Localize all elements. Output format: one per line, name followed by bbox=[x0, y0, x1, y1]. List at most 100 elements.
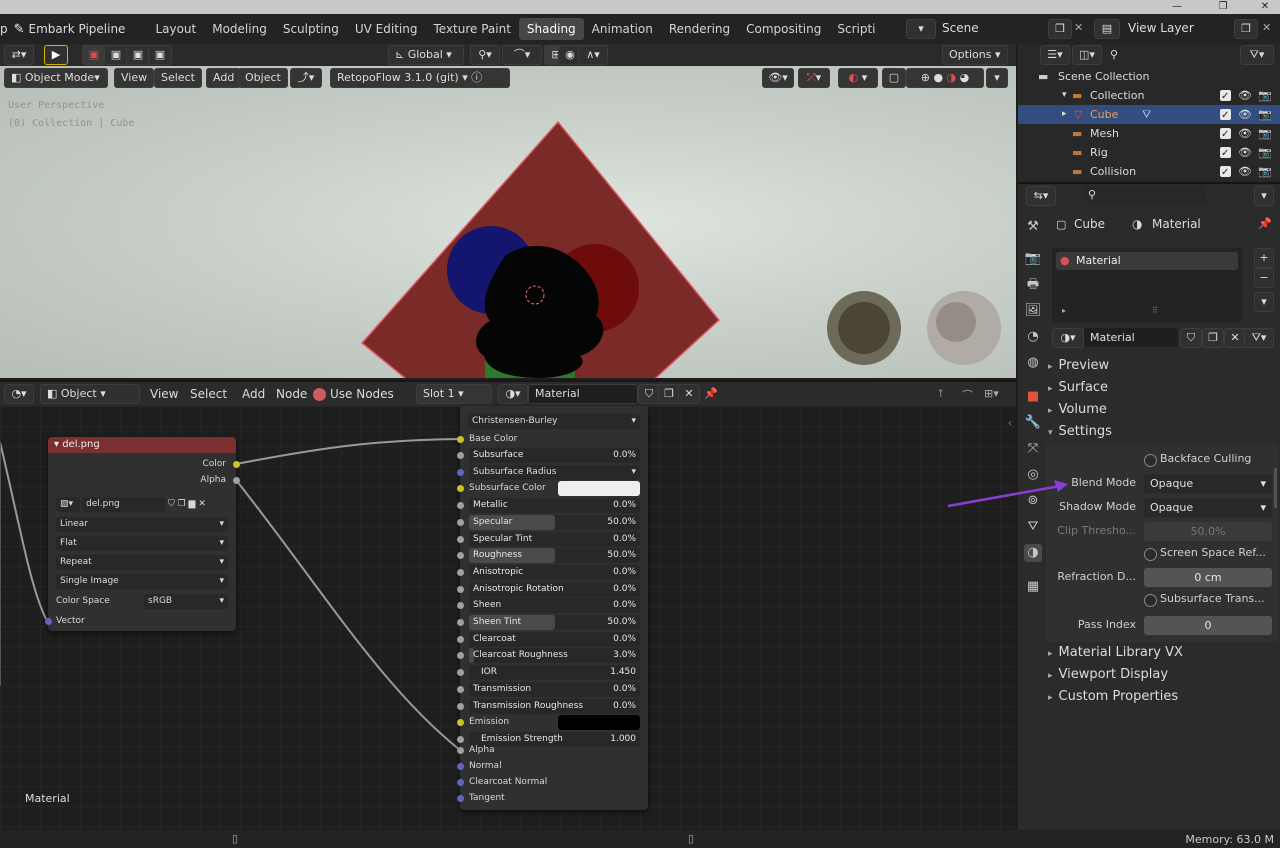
bsdf-input-socket[interactable] bbox=[457, 568, 464, 576]
properties-editor-type-icon[interactable]: ⇆▾ bbox=[1026, 186, 1056, 206]
panel-settings[interactable]: ▾ Settings bbox=[1048, 422, 1112, 442]
bsdf-value-field[interactable]: Clearcoat 0.0% bbox=[469, 631, 640, 647]
image-name-field[interactable]: del.png bbox=[82, 497, 166, 512]
bsdf-dropdown-field[interactable]: Subsurface Radius ▾ bbox=[469, 464, 640, 480]
remove-slot-icon[interactable]: − bbox=[1254, 268, 1274, 288]
add-slot-icon[interactable]: + bbox=[1254, 248, 1274, 268]
workspace-tab-texture-paint[interactable]: Texture Paint bbox=[425, 18, 518, 40]
output-tab-icon[interactable]: 🖶 bbox=[1024, 276, 1042, 294]
select-mode-new-icon[interactable]: ▣ bbox=[82, 45, 106, 65]
view-layer-tab-icon[interactable]: 🖼 bbox=[1024, 302, 1042, 320]
duplicate-material-icon[interactable]: ❐ bbox=[658, 384, 680, 404]
view-layer-icon[interactable]: ▤ bbox=[1094, 19, 1120, 39]
bsdf-value-field[interactable]: Sheen 0.0% bbox=[469, 598, 640, 614]
subsurface-method-dropdown[interactable]: Christensen-Burley ▾ bbox=[468, 414, 640, 429]
principled-bsdf-node[interactable]: Christensen-Burley ▾ Base Color Subsurfac… bbox=[457, 406, 648, 810]
snap-icon[interactable]: ⌒▾ bbox=[502, 45, 542, 65]
subsurface-translucency-checkbox[interactable] bbox=[1144, 594, 1157, 607]
exclude-checkbox[interactable] bbox=[1220, 163, 1231, 182]
render-camera-icon[interactable]: 📷 bbox=[1258, 124, 1272, 143]
slot-specials-icon[interactable]: ▾ bbox=[1254, 292, 1274, 312]
outliner-filter-icon[interactable]: ⛛▾ bbox=[1240, 45, 1274, 65]
bsdf-input-socket[interactable] bbox=[457, 635, 464, 643]
outliner-row-collision[interactable]: ▬ Collision 👁 📷 bbox=[1018, 162, 1280, 182]
pass-index-field[interactable]: 0 bbox=[1144, 616, 1272, 635]
scene-selector-icon[interactable]: ▾ bbox=[906, 19, 936, 39]
clip-threshold-field[interactable]: 50.0% bbox=[1144, 522, 1272, 541]
close-icon[interactable]: ✕ bbox=[1250, 0, 1280, 14]
exclude-checkbox[interactable] bbox=[1220, 106, 1231, 125]
bsdf-input-socket[interactable] bbox=[457, 619, 464, 626]
pivot-icon[interactable]: ⚲▾ bbox=[470, 45, 500, 65]
source-dropdown[interactable]: Single Image ▾ bbox=[56, 574, 228, 589]
outliner-search-input[interactable]: ⚲ bbox=[1106, 46, 1226, 64]
options-dropdown[interactable]: Options ▾ bbox=[942, 45, 1008, 65]
bsdf-value-field[interactable]: Clearcoat Roughness 3.0% bbox=[469, 648, 640, 664]
new-view-layer-icon[interactable]: ❐ bbox=[1234, 19, 1258, 39]
expand-icon[interactable]: ▸ bbox=[1062, 105, 1067, 124]
visibility-eye-icon[interactable]: 👁 bbox=[1238, 162, 1252, 181]
bsdf-bottom-socket[interactable] bbox=[457, 747, 464, 754]
exclude-checkbox[interactable] bbox=[1220, 87, 1231, 106]
bsdf-input-socket[interactable] bbox=[457, 552, 464, 560]
image-texture-node[interactable]: ▾ del.png Color Alpha ▨▾ del.png ⛉ ❐ ▆ ✕… bbox=[45, 437, 240, 631]
select-mode-intersect-icon[interactable]: ▣ bbox=[148, 45, 172, 65]
image-fake-user-icon[interactable]: ⛉ ❐ ▆ ✕ bbox=[168, 497, 206, 512]
menu-fragment[interactable]: p bbox=[0, 22, 10, 36]
bsdf-color-swatch[interactable] bbox=[558, 715, 640, 731]
maximize-icon[interactable]: ❐ bbox=[1208, 0, 1238, 14]
base-color-socket[interactable] bbox=[457, 436, 464, 443]
render-tab-icon[interactable]: 📷 bbox=[1024, 250, 1042, 268]
node-node-menu[interactable]: Node bbox=[270, 387, 313, 401]
color-space-dropdown[interactable]: sRGB ▾ bbox=[144, 594, 228, 609]
object-tab-icon[interactable]: ■ bbox=[1024, 388, 1042, 406]
select-mode-extend-icon[interactable]: ▣ bbox=[104, 45, 128, 65]
visibility-eye-icon[interactable]: 👁 bbox=[1238, 143, 1252, 162]
image-browse-icon[interactable]: ▨▾ bbox=[56, 497, 80, 512]
bsdf-input-socket[interactable] bbox=[457, 702, 464, 710]
panel-custom-properties[interactable]: ▸ Custom Properties bbox=[1048, 687, 1178, 707]
editor-type-icon[interactable]: ◔▾ bbox=[4, 384, 34, 404]
list-expand-icon[interactable]: ▸ bbox=[1062, 306, 1066, 315]
material-slot-list[interactable]: ● Material ▸ ⠿ bbox=[1052, 248, 1242, 322]
workspace-tab-compositing[interactable]: Compositing bbox=[738, 18, 829, 40]
bsdf-value-field[interactable]: Metallic 0.0% bbox=[469, 498, 640, 514]
workspace-tab-rendering[interactable]: Rendering bbox=[661, 18, 738, 40]
panel-volume[interactable]: ▸ Volume bbox=[1048, 400, 1107, 420]
bsdf-input-socket[interactable] bbox=[457, 602, 464, 610]
slot-dropdown[interactable]: Slot 1 ▾ bbox=[416, 384, 492, 404]
modifier-tab-icon[interactable]: 🔧 bbox=[1024, 414, 1042, 432]
color-output-socket[interactable] bbox=[233, 461, 240, 468]
bsdf-input-socket[interactable] bbox=[457, 518, 464, 526]
bsdf-color-swatch[interactable] bbox=[558, 481, 640, 497]
cube-plane[interactable] bbox=[360, 120, 721, 378]
blend-mode-dropdown[interactable]: Opaque ▾ bbox=[1144, 474, 1272, 493]
pin-properties-icon[interactable]: 📌 bbox=[1258, 217, 1272, 230]
fake-user-icon[interactable]: ⛉ bbox=[638, 384, 660, 404]
workspace-tab-animation[interactable]: Animation bbox=[584, 18, 661, 40]
material-datablock-field[interactable]: Material bbox=[1084, 328, 1178, 347]
bsdf-bottom-socket[interactable] bbox=[457, 763, 464, 770]
3d-viewport[interactable]: ◧ Object Mode▾ View Select Add Object ⤴▾… bbox=[0, 66, 1016, 378]
outliner-row-cube[interactable]: ▽ ▸ Cube ⛛ 👁 📷 bbox=[1018, 105, 1280, 125]
properties-options-icon[interactable]: ▾ bbox=[1254, 186, 1274, 206]
exclude-checkbox[interactable] bbox=[1220, 125, 1231, 144]
interpolation-dropdown[interactable]: Linear ▾ bbox=[56, 517, 228, 532]
bsdf-value-field[interactable]: IOR 1.450 bbox=[469, 665, 640, 681]
extension-dropdown[interactable]: Repeat ▾ bbox=[56, 555, 228, 570]
material-name-field[interactable]: Material bbox=[528, 384, 638, 404]
select-mode-subtract-icon[interactable]: ▣ bbox=[126, 45, 150, 65]
parent-node-tree-icon[interactable]: ⭡ bbox=[938, 387, 943, 401]
workspace-tab-shading[interactable]: Shading bbox=[518, 18, 584, 40]
projection-dropdown[interactable]: Flat ▾ bbox=[56, 536, 228, 551]
snap-element-icon[interactable]: ⊞▾ bbox=[984, 387, 999, 400]
tool-tab-icon[interactable]: ⚒ bbox=[1024, 218, 1042, 236]
bsdf-value-field[interactable]: Sheen Tint 50.0% bbox=[469, 615, 640, 630]
bsdf-input-socket[interactable] bbox=[457, 652, 464, 660]
render-camera-icon[interactable]: 📷 bbox=[1258, 86, 1272, 105]
sidebar-toggle-icon[interactable]: ‹ bbox=[1008, 418, 1012, 429]
props-unlink-icon[interactable]: ✕ bbox=[1224, 328, 1246, 348]
bsdf-value-field[interactable]: Specular Tint 0.0% bbox=[469, 531, 640, 547]
workspace-tab-layout[interactable]: Layout bbox=[147, 18, 204, 40]
workspace-tab-modeling[interactable]: Modeling bbox=[204, 18, 275, 40]
